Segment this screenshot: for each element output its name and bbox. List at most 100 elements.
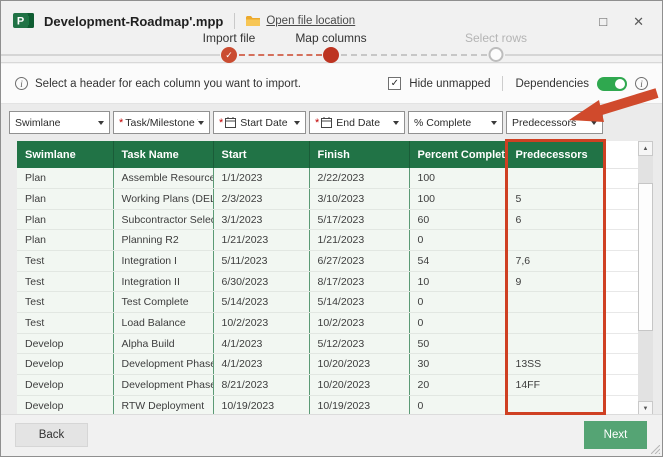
table-cell: Test xyxy=(17,313,113,334)
table-cell: 8/21/2023 xyxy=(213,375,309,396)
vertical-scrollbar[interactable]: ▲ ▼ xyxy=(638,141,653,416)
column-header-finish[interactable]: Finish xyxy=(309,141,409,168)
step-circle-select-rows[interactable] xyxy=(489,47,504,62)
table-cell: 100 xyxy=(409,189,507,210)
table-cell: Integration II xyxy=(113,271,213,292)
table-row[interactable]: TestIntegration II6/30/20238/17/2023109 xyxy=(17,271,638,292)
step-circle-import-file[interactable]: ✓ xyxy=(221,47,237,63)
table-cell-empty xyxy=(605,189,638,210)
table-cell: Planning R2 xyxy=(113,230,213,251)
preview-table: Swimlane Task Name Start Finish Percent … xyxy=(17,141,638,416)
column-header-task-name[interactable]: Task Name xyxy=(113,141,213,168)
table-cell: 5 xyxy=(507,189,605,210)
column-header-start[interactable]: Start xyxy=(213,141,309,168)
maximize-button[interactable]: □ xyxy=(599,15,607,28)
table-cell: 4/1/2023 xyxy=(213,333,309,354)
header-section: P Development-Roadmap'.mpp Open file loc… xyxy=(1,1,662,63)
calendar-icon xyxy=(321,117,332,128)
table-row[interactable]: TestTest Complete5/14/20235/14/20230 xyxy=(17,292,638,313)
table-cell: Develop xyxy=(17,395,113,416)
table-cell: 1/21/2023 xyxy=(213,230,309,251)
table-cell xyxy=(507,292,605,313)
table-cell: 60 xyxy=(409,209,507,230)
table-cell: 10/19/2023 xyxy=(309,395,409,416)
dropdown-task-title[interactable]: * Task/Milestone Title xyxy=(113,111,210,134)
table-cell: 5/14/2023 xyxy=(213,292,309,313)
table-cell: 10/19/2023 xyxy=(213,395,309,416)
dropdown-predecessors[interactable]: Predecessors xyxy=(506,111,603,134)
column-header-empty xyxy=(605,141,638,168)
table-row[interactable]: PlanAssemble Resources1/1/20232/22/20231… xyxy=(17,168,638,189)
table-cell: 6 xyxy=(507,209,605,230)
ms-project-icon: P xyxy=(13,11,36,31)
table-cell: 6/30/2023 xyxy=(213,271,309,292)
table-row[interactable]: PlanPlanning R21/21/20231/21/20230 xyxy=(17,230,638,251)
folder-icon xyxy=(246,15,261,27)
table-cell: Alpha Build xyxy=(113,333,213,354)
table-row[interactable]: DevelopDevelopment Phase I4/1/202310/20/… xyxy=(17,354,638,375)
dropdown-start-date[interactable]: * Start Date xyxy=(213,111,306,134)
dropdown-end-date[interactable]: * End Date xyxy=(309,111,405,134)
toggle-knob xyxy=(615,79,625,89)
table-cell-empty xyxy=(605,395,638,416)
dependencies-toggle[interactable] xyxy=(597,77,627,91)
table-cell: Plan xyxy=(17,189,113,210)
chevron-down-icon xyxy=(294,121,300,125)
table-cell: Test xyxy=(17,292,113,313)
table-row[interactable]: TestIntegration I5/11/20236/27/2023547,6 xyxy=(17,251,638,272)
step-circle-map-columns[interactable] xyxy=(323,47,339,63)
table-row[interactable]: DevelopAlpha Build4/1/20235/12/202350 xyxy=(17,333,638,354)
dropdown-swimlane[interactable]: Swimlane xyxy=(9,111,110,134)
open-file-location-link[interactable]: Open file location xyxy=(266,15,355,27)
table-cell-empty xyxy=(605,230,638,251)
table-cell: Plan xyxy=(17,209,113,230)
table-cell: 4/1/2023 xyxy=(213,354,309,375)
table-cell-empty xyxy=(605,168,638,189)
scrollbar-thumb[interactable] xyxy=(638,183,653,331)
column-header-predecessors[interactable]: Predecessors xyxy=(507,141,605,168)
table-cell-empty xyxy=(605,375,638,396)
dependencies-info-icon[interactable]: i xyxy=(635,77,648,90)
table-cell xyxy=(507,313,605,334)
table-cell xyxy=(507,230,605,251)
table-cell: 14FF xyxy=(507,375,605,396)
table-cell: RTW Deployment xyxy=(113,395,213,416)
step-line-right xyxy=(505,54,663,56)
table-cell: 3/10/2023 xyxy=(309,189,409,210)
column-mapping-toolbar: Swimlane * Task/Milestone Title * Start … xyxy=(9,111,603,134)
table-cell xyxy=(507,168,605,189)
table-row[interactable]: PlanSubcontractor Selection3/1/20235/17/… xyxy=(17,209,638,230)
chevron-down-icon xyxy=(98,121,104,125)
table-header-row: Swimlane Task Name Start Finish Percent … xyxy=(17,141,638,168)
close-button[interactable]: ✕ xyxy=(633,15,644,28)
step-line-active-pending xyxy=(341,54,487,56)
table-cell: 1/21/2023 xyxy=(309,230,409,251)
table-cell: 20 xyxy=(409,375,507,396)
table-cell: 0 xyxy=(409,292,507,313)
next-button[interactable]: Next xyxy=(584,421,647,449)
dropdown-value: Task/Milestone Title xyxy=(125,117,198,129)
table-cell: 2/3/2023 xyxy=(213,189,309,210)
calendar-icon xyxy=(225,117,236,128)
dropdown-percent-complete[interactable]: % Complete xyxy=(408,111,503,134)
table-cell-empty xyxy=(605,292,638,313)
table-cell: 5/11/2023 xyxy=(213,251,309,272)
table-row[interactable]: DevelopRTW Deployment10/19/202310/19/202… xyxy=(17,395,638,416)
column-header-percent-complete[interactable]: Percent Complete xyxy=(409,141,507,168)
table-row[interactable]: DevelopDevelopment Phase II8/21/202310/2… xyxy=(17,375,638,396)
table-row[interactable]: PlanWorking Plans (DELAY...2/3/20233/10/… xyxy=(17,189,638,210)
table-cell: Integration I xyxy=(113,251,213,272)
column-header-swimlane[interactable]: Swimlane xyxy=(17,141,113,168)
hide-unmapped-checkbox[interactable]: ✓ xyxy=(388,77,401,90)
table-cell: 100 xyxy=(409,168,507,189)
step-label-select-rows: Select rows xyxy=(465,31,527,45)
resize-grip[interactable] xyxy=(651,445,660,454)
table-row[interactable]: TestLoad Balance10/2/202310/2/20230 xyxy=(17,313,638,334)
check-icon: ✓ xyxy=(225,50,233,61)
scroll-up-button[interactable]: ▲ xyxy=(638,141,653,156)
footer-bar: Back Next xyxy=(1,414,662,456)
table-cell: Plan xyxy=(17,168,113,189)
step-line-done-active xyxy=(239,54,322,56)
back-button[interactable]: Back xyxy=(15,423,88,447)
table-cell: Subcontractor Selection xyxy=(113,209,213,230)
